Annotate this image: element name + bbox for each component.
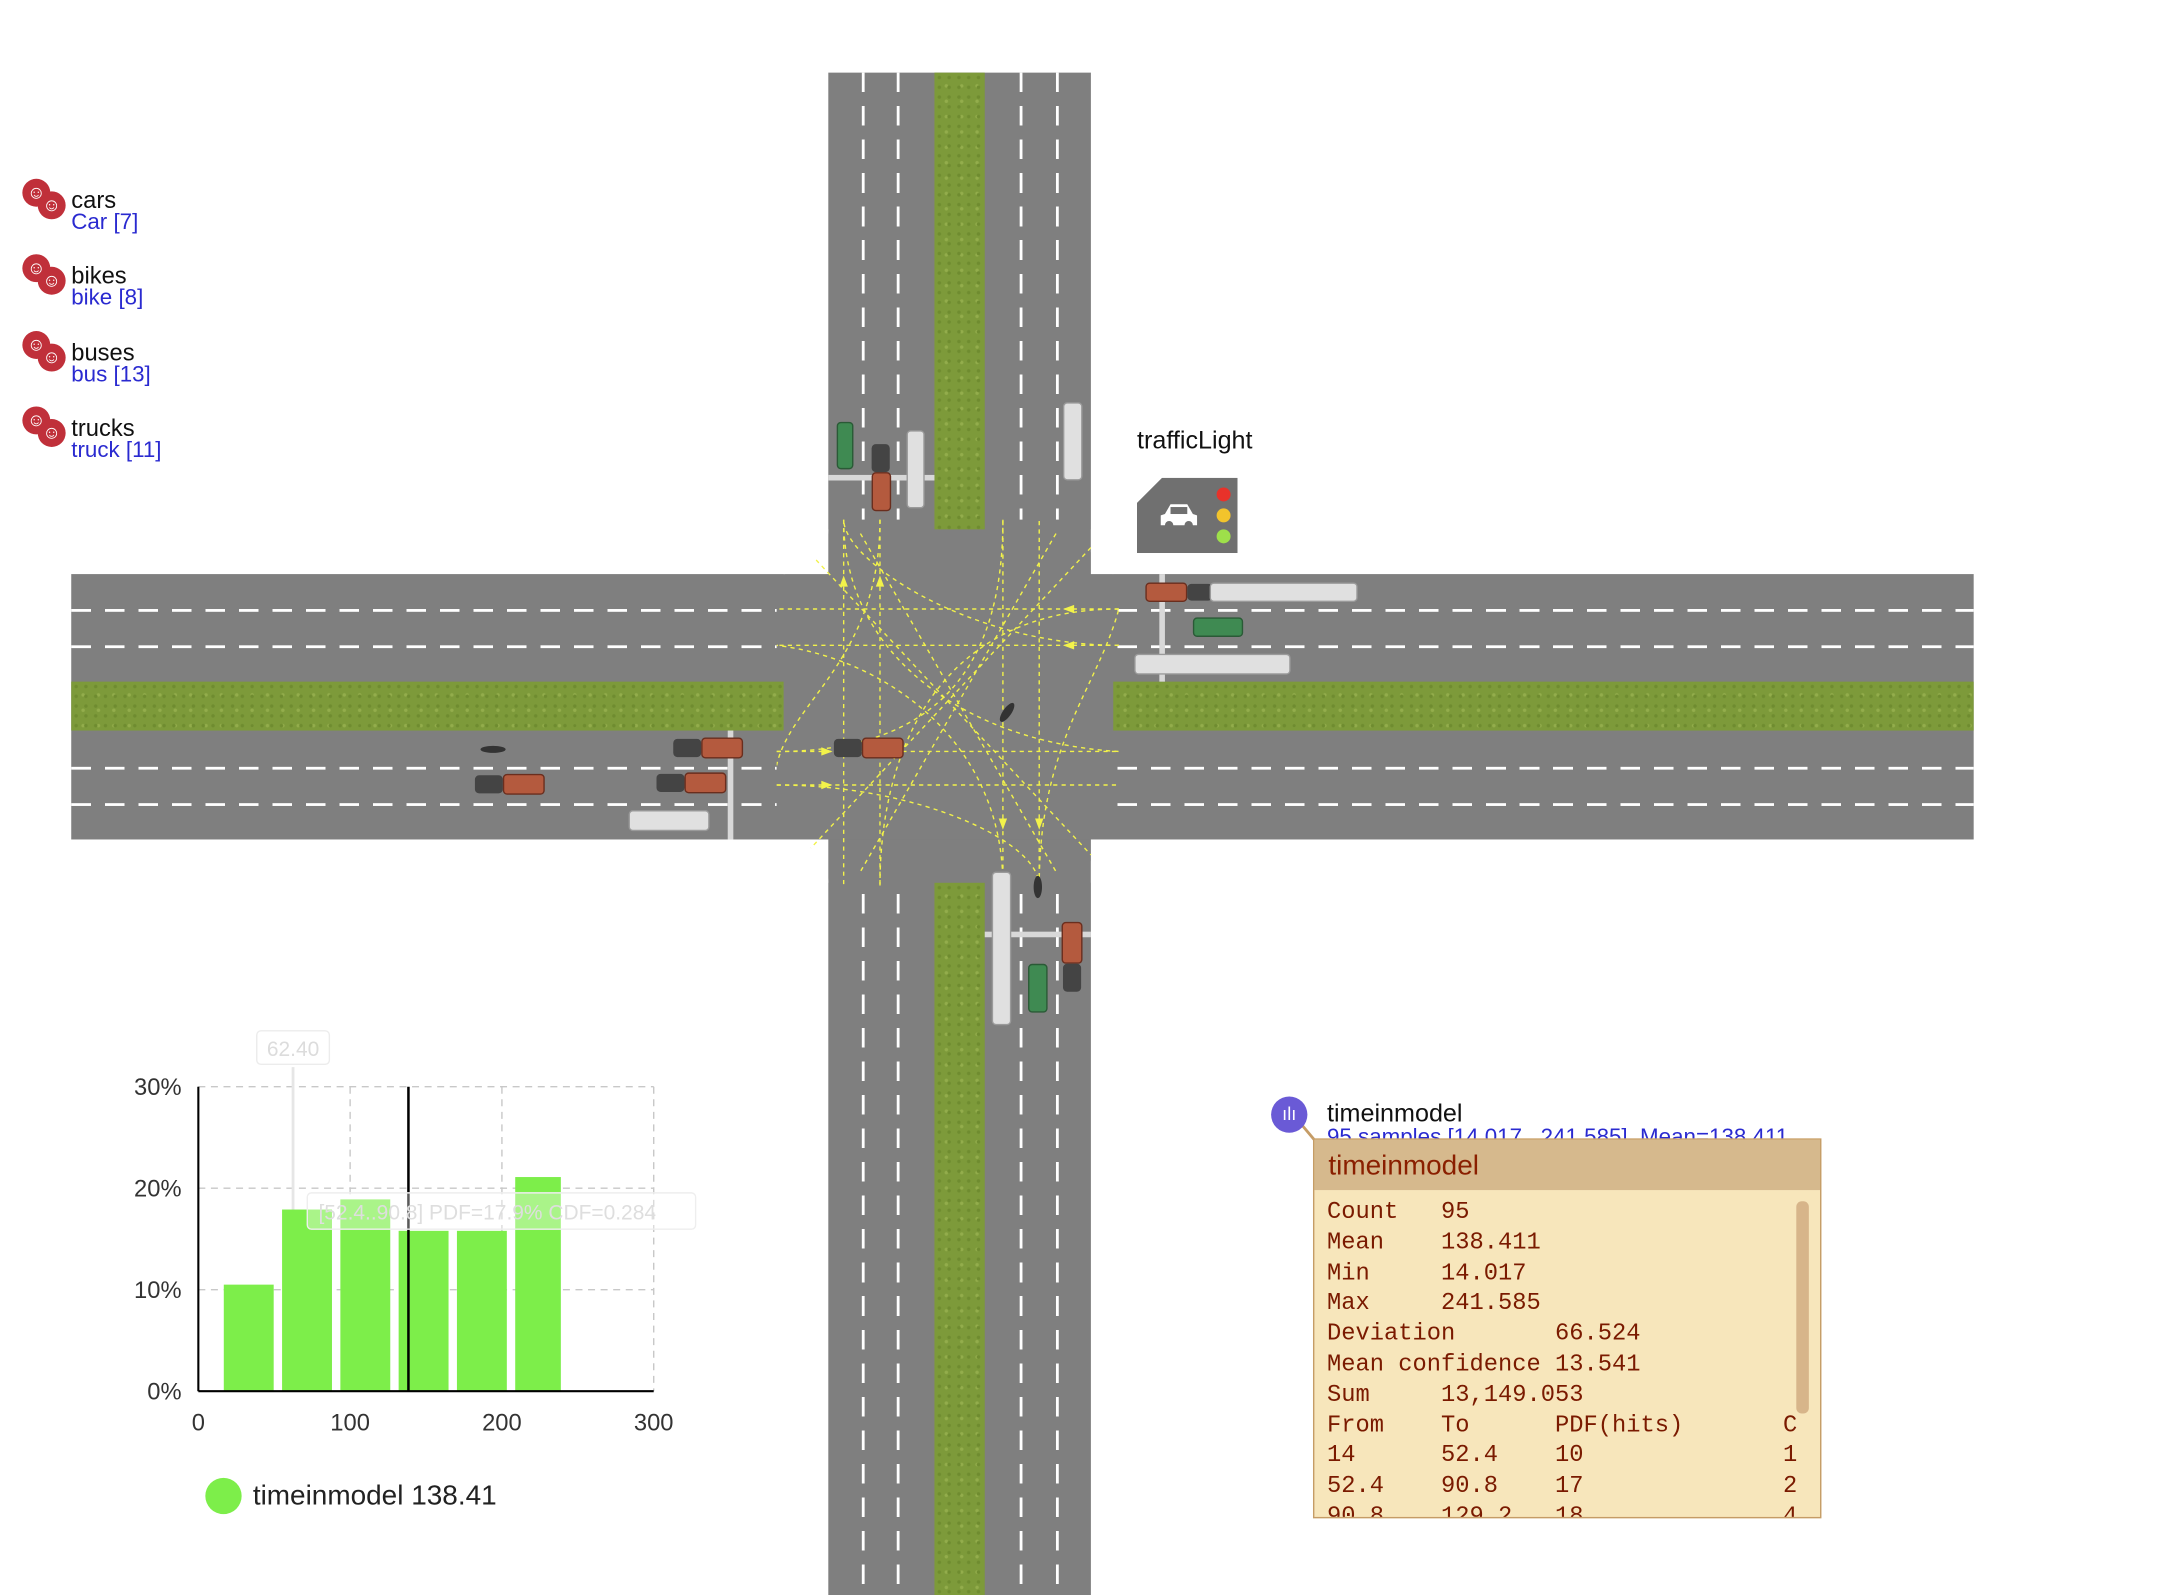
bus	[906, 430, 925, 509]
x-tick-label: 100	[330, 1410, 370, 1436]
yellow-lamp	[1216, 508, 1231, 523]
lane-marking	[1117, 803, 1974, 806]
stat-row: 14 52.4 10 1	[1326, 1443, 1798, 1470]
car-icon	[1160, 504, 1198, 530]
hover-tooltip-text: [52.4..90.8] PDF=17.9% CDF=0.284	[318, 1201, 656, 1224]
stat-row: Mean 138.411	[1326, 1230, 1541, 1257]
red-lamp	[1216, 487, 1231, 502]
lane-marking	[1019, 72, 1023, 520]
lane-marking	[1117, 645, 1974, 649]
histogram-bar	[456, 1230, 507, 1392]
lane-marking	[1117, 766, 1974, 770]
lane-marking	[1117, 609, 1974, 612]
stat-row: From To PDF(hits) C	[1326, 1412, 1798, 1440]
truck	[1061, 921, 1083, 964]
stat-row: 52.4 90.8 17 2	[1326, 1473, 1798, 1501]
y-tick-label: 0%	[147, 1380, 181, 1406]
median-north	[934, 72, 985, 530]
lane-marking	[1055, 72, 1059, 520]
hover-x-label: 62.40	[267, 1038, 319, 1061]
histogram-bar	[398, 1230, 449, 1392]
bus	[1209, 582, 1358, 603]
stat-row: Sum 13,149.053	[1326, 1382, 1584, 1410]
car	[836, 421, 854, 470]
bus	[991, 871, 1012, 1026]
median-east	[1113, 681, 1974, 731]
median-south	[934, 882, 985, 1595]
truck	[1062, 963, 1082, 992]
stat-row: 90.8 129.2 18 4	[1326, 1504, 1798, 1519]
popup-scrollbar[interactable]	[1796, 1201, 1809, 1414]
histogram-chart[interactable]: 0 100 200 300 0% 10% 20% 30% 62.40 [52.4..90.8] …	[0, 0, 782, 1536]
popup-table: Count 95 Mean 138.411 Min 14.017 Max 241.58…	[1326, 1198, 1798, 1519]
statistics-popup[interactable]: timeinmodel Count 95 Mean 138.411 Min 14.0…	[1312, 1138, 1822, 1519]
histogram-bar	[282, 1209, 332, 1392]
statistics-name[interactable]: timeinmodel	[1327, 1099, 1463, 1128]
traffic-light-icon[interactable]	[1136, 477, 1238, 554]
stat-row: Mean confidence 13.541	[1326, 1352, 1641, 1379]
traffic-light-label: trafficLight	[1136, 426, 1253, 454]
bike	[1033, 875, 1043, 899]
stat-row: Min 14.017	[1326, 1260, 1527, 1288]
bus	[1134, 653, 1291, 675]
stat-row: Max 241.585	[1326, 1291, 1541, 1318]
lane-marking	[1019, 893, 1023, 1595]
x-tick-label: 200	[482, 1410, 522, 1436]
stat-row: Count 95	[1326, 1199, 1470, 1227]
x-tick-label: 0	[192, 1410, 205, 1436]
y-tick-label: 30%	[134, 1075, 182, 1101]
y-tick-label: 20%	[134, 1177, 182, 1203]
x-tick-label: 300	[634, 1410, 674, 1436]
histogram-bar	[223, 1284, 274, 1392]
legend-label: timeinmodel 138.41	[253, 1481, 497, 1513]
legend-dot	[205, 1477, 242, 1515]
intersection-paths	[776, 519, 1119, 886]
lane-marking	[861, 72, 865, 520]
car	[1192, 617, 1244, 637]
y-tick-label: 10%	[134, 1278, 182, 1304]
lane-marking	[896, 72, 900, 520]
truck	[1145, 582, 1188, 603]
legend-series-name: timeinmodel	[252, 1480, 404, 1512]
green-lamp	[1216, 529, 1231, 544]
car	[1028, 963, 1048, 1013]
lane-marking	[861, 893, 865, 1595]
lane-marking	[896, 893, 900, 1595]
legend-series-value: 138.41	[411, 1480, 497, 1512]
truck	[861, 737, 904, 759]
statistics-icon[interactable]: ılı	[1271, 1096, 1308, 1133]
lane-marking	[1055, 893, 1059, 1595]
truck	[833, 738, 862, 758]
popup-title: timeinmodel	[1314, 1139, 1821, 1191]
truck	[871, 472, 892, 512]
truck	[871, 444, 890, 473]
stat-row: Deviation 66.524	[1326, 1321, 1641, 1349]
bus	[1062, 402, 1083, 481]
